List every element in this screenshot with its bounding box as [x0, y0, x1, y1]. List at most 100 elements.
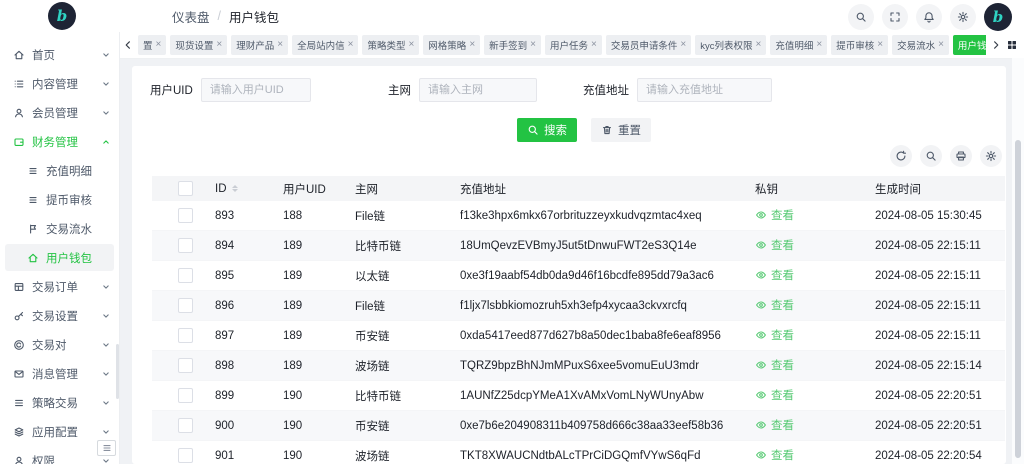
row-checkbox[interactable] [178, 448, 193, 463]
table-search-button[interactable] [920, 145, 942, 167]
member-icon [13, 107, 25, 119]
refresh-table-button[interactable] [890, 145, 912, 167]
cell-time: 2024-08-05 15:30:45 [867, 201, 1005, 231]
tab-close-icon[interactable]: × [156, 40, 162, 50]
user-avatar[interactable]: b [984, 3, 1012, 31]
tab-close-icon[interactable]: × [756, 40, 762, 50]
tab-close-icon[interactable]: × [530, 40, 536, 50]
tab-scroll-left-button[interactable] [122, 39, 134, 51]
notifications-button[interactable] [916, 4, 942, 30]
tab-transaction-flow[interactable]: 交易流水× [892, 35, 949, 55]
tab-close-icon[interactable]: × [816, 40, 822, 50]
view-private-key-link[interactable]: 查看 [755, 297, 794, 313]
view-private-key-link[interactable]: 查看 [755, 207, 794, 223]
sidebar-item-trade-orders[interactable]: 交易订单 [0, 272, 119, 301]
view-private-key-link[interactable]: 查看 [755, 357, 794, 373]
tab-newbie-signin[interactable]: 新手签到× [484, 35, 541, 55]
row-checkbox[interactable] [178, 298, 193, 313]
tab-close-icon[interactable]: × [591, 40, 597, 50]
sidebar-scrollbar-thumb[interactable] [116, 344, 119, 399]
tab-wealth-products[interactable]: 理财产品× [231, 35, 288, 55]
row-checkbox[interactable] [178, 358, 193, 373]
breadcrumb-dashboard[interactable]: 仪表盘 [172, 7, 210, 26]
row-checkbox[interactable] [178, 418, 193, 433]
uid-input[interactable] [201, 78, 311, 102]
column-header-id: ID [215, 183, 227, 195]
view-private-key-link[interactable]: 查看 [755, 267, 794, 283]
address-input[interactable] [637, 78, 772, 102]
sidebar-item-finance-management[interactable]: 财务管理 [0, 127, 119, 156]
cell-chain: File链 [347, 201, 452, 231]
sidebar-subitem-withdraw-review[interactable]: 提币审核 [0, 185, 119, 214]
tab-user-tasks[interactable]: 用户任务× [545, 35, 602, 55]
view-private-key-link[interactable]: 查看 [755, 417, 794, 433]
sidebar-item-strategy-trading[interactable]: 策略交易 [0, 388, 119, 417]
sidebar-item-trade-settings[interactable]: 交易设置 [0, 301, 119, 330]
tab-grid-strategy[interactable]: 网格策略× [423, 35, 480, 55]
tab-close-icon[interactable]: × [277, 40, 283, 50]
menu-item-label: 提币审核 [46, 192, 92, 208]
collapse-sidebar-button[interactable] [97, 440, 116, 456]
select-all-checkbox[interactable] [178, 181, 193, 196]
view-private-key-link[interactable]: 查看 [755, 237, 794, 253]
row-checkbox[interactable] [178, 238, 193, 253]
sidebar-item-home[interactable]: 首页 [0, 40, 119, 69]
print-button[interactable] [950, 145, 972, 167]
tab-close-icon[interactable]: × [469, 40, 475, 50]
tab-scroll-right-button[interactable] [990, 39, 1002, 51]
tab-close-icon[interactable]: × [216, 40, 222, 50]
tab-close-icon[interactable]: × [408, 40, 414, 50]
app-logo[interactable]: b [48, 2, 76, 30]
tab-spot-settings[interactable]: 现货设置× [170, 35, 227, 55]
tab-global-site-mail[interactable]: 全局站内信× [292, 35, 358, 55]
scrollbar-thumb[interactable] [1015, 140, 1021, 458]
eye-icon [755, 359, 767, 371]
sidebar-subitem-recharge-detail[interactable]: 充值明细 [0, 156, 119, 185]
tab-strategy-type[interactable]: 策略类型× [362, 35, 419, 55]
search-icon [527, 124, 539, 136]
reset-button[interactable]: 重置 [591, 118, 651, 142]
sort-id-control[interactable] [232, 185, 238, 192]
tab-close-icon[interactable]: × [680, 40, 686, 50]
tab-truncated-settings[interactable]: 置× [138, 35, 166, 55]
table-row: 893188File链f13ke3hpx6mkx67orbrituzzeyxku… [152, 201, 1005, 231]
sidebar-item-message-management[interactable]: 消息管理 [0, 359, 119, 388]
tab-list-button[interactable] [1006, 39, 1018, 51]
row-checkbox[interactable] [178, 208, 193, 223]
tab-withdraw-review[interactable]: 提币审核× [831, 35, 888, 55]
app-root: b 仪表盘 / 用户钱包 b 首页内容管理会员管理财务管理充值明细提币审核交易流… [0, 0, 1024, 464]
view-private-key-link[interactable]: 查看 [755, 327, 794, 343]
settings-button[interactable] [950, 4, 976, 30]
sidebar-item-content-management[interactable]: 内容管理 [0, 69, 119, 98]
column-settings-button[interactable] [980, 145, 1002, 167]
cell-chain: 以太链 [347, 261, 452, 291]
sidebar-item-trade-pairs[interactable]: 交易对 [0, 330, 119, 359]
tab-close-icon[interactable]: × [877, 40, 883, 50]
content-icon [13, 78, 25, 90]
page-scrollbar[interactable] [1012, 58, 1024, 464]
tab-close-icon[interactable]: × [348, 40, 354, 50]
view-private-key-link[interactable]: 查看 [755, 447, 794, 463]
row-checkbox[interactable] [178, 268, 193, 283]
sidebar-item-member-management[interactable]: 会员管理 [0, 98, 119, 127]
tab-user-wallet[interactable]: 用户钱包× [953, 35, 986, 55]
chevron-down-icon [100, 107, 112, 119]
tab-recharge-detail[interactable]: 充值明细× [770, 35, 827, 55]
cell-chain: 波场链 [347, 351, 452, 381]
row-checkbox[interactable] [178, 328, 193, 343]
filter-field-uid: 用户UID [150, 78, 311, 102]
tab-trader-apply-conditions[interactable]: 交易员申请条件× [606, 35, 691, 55]
table-row: 900190币安链0xe7b6e204908311b409758d666c38a… [152, 411, 1005, 441]
sidebar-subitem-transaction-flow[interactable]: 交易流水 [0, 214, 119, 243]
tab-kyc-list-permission[interactable]: kyc列表权限× [695, 35, 766, 55]
sidebar-subitem-user-wallet[interactable]: 用户钱包 [5, 244, 114, 271]
row-checkbox[interactable] [178, 388, 193, 403]
cell-address: f13ke3hpx6mkx67orbrituzzeyxkudvqzmtac4xe… [452, 201, 747, 231]
view-private-key-link[interactable]: 查看 [755, 387, 794, 403]
cell-id: 901 [207, 441, 275, 464]
search-button[interactable]: 搜索 [517, 118, 577, 142]
tab-close-icon[interactable]: × [938, 40, 944, 50]
header-search-button[interactable] [848, 4, 874, 30]
fullscreen-button[interactable] [882, 4, 908, 30]
mainnet-input[interactable] [419, 78, 537, 102]
